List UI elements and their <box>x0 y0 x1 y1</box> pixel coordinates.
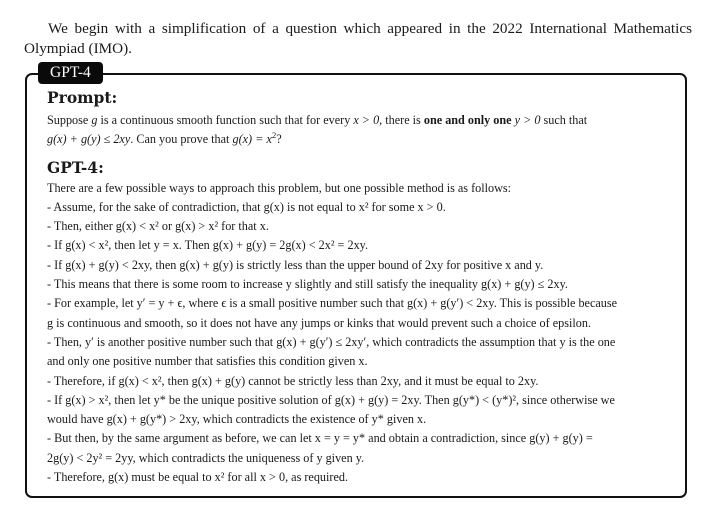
prompt-bold-emphasis: one and only one <box>423 113 512 127</box>
response-line: There are a few possible ways to approac… <box>47 180 512 195</box>
prompt-text-part: is a continuous smooth function such tha… <box>97 113 354 127</box>
response-line: 2g(y) < 2y² = 2yy, which contradicts the… <box>47 450 365 465</box>
response-line: - If g(x) < x², then let y = x. Then g(x… <box>47 238 369 253</box>
intro-paragraph: We begin with a simplification of a ques… <box>24 20 692 58</box>
response-line: and only one positive number that satisf… <box>47 354 368 369</box>
prompt-text-part: . Can you prove that <box>130 132 233 147</box>
math-goal: g(x) = x <box>232 132 272 147</box>
response-heading: GPT-4: <box>47 157 104 177</box>
response-body: There are a few possible ways to approac… <box>47 179 671 488</box>
response-line: - Then, either g(x) < x² or g(x) > x² fo… <box>47 219 269 234</box>
math-inequality: g(x) + g(y) ≤ 2xy <box>47 132 131 147</box>
prompt-heading: Prompt: <box>47 88 118 107</box>
prompt-text-part: , there is <box>379 113 424 127</box>
response-line: - Then, y′ is another positive number su… <box>47 334 616 349</box>
response-line: - If g(x) + g(y) < 2xy, then g(x) + g(y)… <box>47 257 544 272</box>
prompt-text: Suppose g is a continuous smooth functio… <box>47 111 671 150</box>
prompt-text-part: ? <box>276 132 282 147</box>
response-line: - For example, let y′ = y + ϵ, where ϵ i… <box>47 296 618 311</box>
response-line: - If g(x) > x², then let y* be the uniqu… <box>47 392 615 407</box>
response-line: - But then, by the same argument as befo… <box>47 431 593 446</box>
gpt4-badge: GPT-4 <box>38 62 103 84</box>
response-line: would have g(x) + g(y*) > 2xy, which con… <box>47 412 427 427</box>
math-condition-x: x > 0 <box>353 113 380 127</box>
prompt-text-part: such that <box>540 113 588 127</box>
math-condition-y: y > 0 <box>514 113 541 127</box>
response-line: - Therefore, g(x) must be equal to x² fo… <box>47 470 349 485</box>
response-line: g is continuous and smooth, so it does n… <box>47 315 591 330</box>
prompt-text-part: Suppose <box>47 113 92 127</box>
response-line: - Therefore, if g(x) < x², then g(x) + g… <box>47 373 539 388</box>
response-line: - Assume, for the sake of contradiction,… <box>47 199 446 214</box>
dialogue-content: Prompt: Suppose g is a continuous smooth… <box>47 88 671 487</box>
response-line: - This means that there is some room to … <box>47 277 568 292</box>
